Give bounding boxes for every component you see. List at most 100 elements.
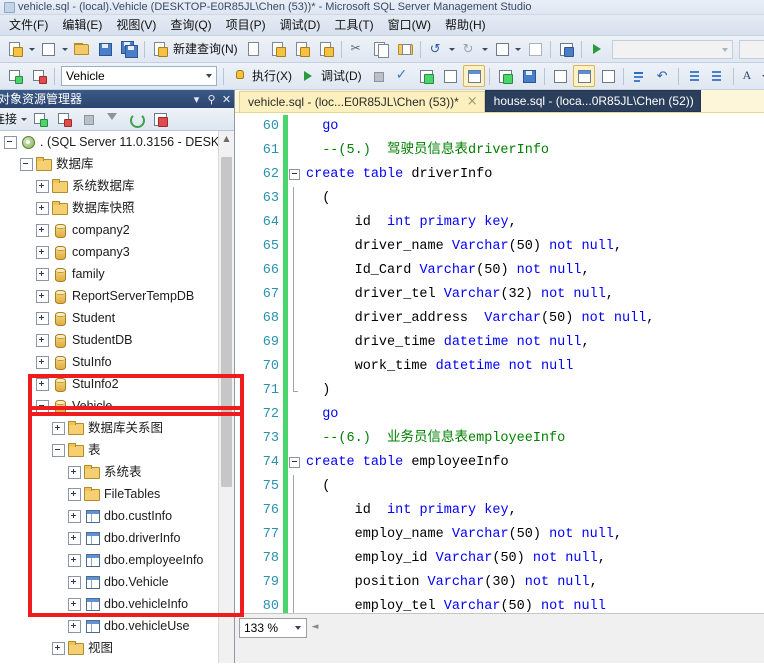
- expand-icon[interactable]: [52, 421, 65, 435]
- code-line[interactable]: driver_address Varchar(50) not null,: [306, 307, 764, 331]
- menu-tools[interactable]: 工具(T): [327, 16, 380, 35]
- scroll-up-icon[interactable]: ▲: [219, 131, 234, 145]
- decrease-indent-icon[interactable]: [683, 65, 705, 87]
- new-query-icon[interactable]: [149, 38, 171, 60]
- fold-cell[interactable]: [288, 451, 302, 475]
- expand-icon[interactable]: [68, 553, 81, 567]
- menu-project[interactable]: 项目(P): [219, 16, 273, 35]
- filter-icon[interactable]: [101, 108, 123, 130]
- code-line[interactable]: (: [306, 475, 764, 499]
- pin-icon[interactable]: ⚲: [204, 91, 219, 107]
- disconnect-icon[interactable]: [28, 65, 50, 87]
- code-line[interactable]: position Varchar(30) not null,: [306, 571, 764, 595]
- tree-node[interactable]: 数据库关系图: [0, 417, 234, 439]
- new-project-icon[interactable]: [4, 38, 26, 60]
- redo-icon[interactable]: ↻: [458, 38, 480, 60]
- tree-node[interactable]: StuInfo: [0, 351, 234, 373]
- expand-icon[interactable]: [36, 311, 49, 325]
- open-file-icon[interactable]: [70, 38, 92, 60]
- code-line[interactable]: create table driverInfo: [306, 163, 764, 187]
- menu-debug[interactable]: 调试(D): [273, 16, 328, 35]
- expand-icon[interactable]: [68, 487, 81, 501]
- tree-node[interactable]: dbo.custInfo: [0, 505, 234, 527]
- results-to-grid-icon[interactable]: [572, 65, 595, 87]
- expand-icon[interactable]: [36, 333, 49, 347]
- tree-node[interactable]: . (SQL Server 11.0.3156 - DESK: [0, 131, 234, 153]
- scrollbar-thumb[interactable]: [221, 157, 232, 488]
- new-project-dropdown-icon[interactable]: [27, 39, 36, 59]
- code-line[interactable]: employ_name Varchar(50) not null,: [306, 523, 764, 547]
- tree-node[interactable]: dbo.driverInfo: [0, 527, 234, 549]
- tree-node[interactable]: 系统数据库: [0, 175, 234, 197]
- tree-node[interactable]: StudentDB: [0, 329, 234, 351]
- stop-icon[interactable]: [367, 65, 389, 87]
- execute-bulb-icon[interactable]: [228, 65, 250, 87]
- code-line[interactable]: driver_name Varchar(50) not null,: [306, 235, 764, 259]
- code-line[interactable]: go: [306, 115, 764, 139]
- disconnect-icon[interactable]: [53, 108, 75, 130]
- menu-window[interactable]: 窗口(W): [381, 16, 438, 35]
- expand-icon[interactable]: [68, 465, 81, 479]
- navigate-backward-dropdown-icon[interactable]: [514, 39, 523, 59]
- expand-icon[interactable]: [36, 355, 49, 369]
- toolbar-combo-right[interactable]: [738, 39, 764, 59]
- cut-icon[interactable]: ✂: [346, 38, 368, 60]
- code-line[interactable]: employ_id Varchar(50) not null,: [306, 547, 764, 571]
- sqlcmd-mode-icon[interactable]: [518, 65, 540, 87]
- expand-icon[interactable]: [68, 597, 81, 611]
- activity-monitor-icon[interactable]: [555, 38, 577, 60]
- expand-icon[interactable]: [68, 619, 81, 633]
- expand-icon[interactable]: [36, 245, 49, 259]
- expand-icon[interactable]: [36, 377, 49, 391]
- close-icon[interactable]: ✕: [219, 91, 234, 107]
- new-analysis-dmx-query-icon[interactable]: [291, 38, 313, 60]
- new-item-dropdown-icon[interactable]: [60, 39, 69, 59]
- tree-node[interactable]: 视图: [0, 637, 234, 659]
- expand-icon[interactable]: [68, 509, 81, 523]
- connect-icon[interactable]: [29, 108, 51, 130]
- tab-house-sql[interactable]: house.sql - (loca...0R85JL\Chen (52)): [484, 90, 701, 112]
- object-explorer-tree[interactable]: . (SQL Server 11.0.3156 - DESK 数据库 系统数据库数据…: [0, 131, 234, 671]
- stop-icon[interactable]: [77, 108, 99, 130]
- collapse-icon[interactable]: [20, 157, 33, 171]
- tree-node[interactable]: 系统表: [0, 461, 234, 483]
- collapse-icon[interactable]: [36, 399, 49, 413]
- code-line[interactable]: work_time datetime not null: [306, 355, 764, 379]
- fold-collapse-icon[interactable]: [289, 169, 300, 180]
- menu-view[interactable]: 视图(V): [109, 16, 163, 35]
- toolbar-combo-left[interactable]: [611, 39, 733, 59]
- fold-cell[interactable]: [288, 163, 302, 187]
- tree-node[interactable]: family: [0, 263, 234, 285]
- expand-icon[interactable]: [68, 575, 81, 589]
- undo-dropdown-icon[interactable]: [448, 39, 457, 59]
- new-item-icon[interactable]: [37, 38, 59, 60]
- run-icon[interactable]: [586, 38, 608, 60]
- tree-node[interactable]: FileTables: [0, 483, 234, 505]
- collapse-icon[interactable]: [52, 443, 65, 457]
- code-line[interactable]: driver_tel Varchar(32) not null,: [306, 283, 764, 307]
- results-to-text-icon[interactable]: [549, 65, 571, 87]
- copy-icon[interactable]: [370, 38, 392, 60]
- code-line[interactable]: --(6.) 业务员信息表employeeInfo: [306, 427, 764, 451]
- code-text[interactable]: go --(5.) 驾驶员信息表driverInfo create table d…: [302, 113, 764, 613]
- refresh-icon[interactable]: [125, 108, 147, 130]
- database-combo[interactable]: Vehicle: [61, 66, 217, 86]
- tree-node[interactable]: 数据库: [0, 153, 234, 175]
- new-query-label[interactable]: 新建查询(N): [172, 41, 242, 57]
- tree-node[interactable]: Student: [0, 307, 234, 329]
- outlining-fold-bar[interactable]: [288, 113, 302, 614]
- execute-label[interactable]: 执行(X): [251, 68, 296, 84]
- code-line[interactable]: drive_time datetime not null,: [306, 331, 764, 355]
- tree-node[interactable]: StuInfo2: [0, 373, 234, 395]
- navigate-forward-icon[interactable]: [524, 38, 546, 60]
- save-icon[interactable]: [94, 38, 116, 60]
- tab-vehicle-sql[interactable]: vehicle.sql - (loc...E0R85JL\Chen (53))*…: [239, 91, 485, 112]
- include-actual-plan-icon[interactable]: [462, 65, 485, 87]
- new-analysis-xmla-query-icon[interactable]: [315, 38, 337, 60]
- menu-edit[interactable]: 编辑(E): [55, 16, 109, 35]
- navigate-backward-icon[interactable]: [491, 38, 513, 60]
- redo-dropdown-icon[interactable]: [481, 39, 490, 59]
- tree-node[interactable]: company2: [0, 219, 234, 241]
- menu-file[interactable]: 文件(F): [2, 16, 55, 35]
- paste-icon[interactable]: [394, 38, 416, 60]
